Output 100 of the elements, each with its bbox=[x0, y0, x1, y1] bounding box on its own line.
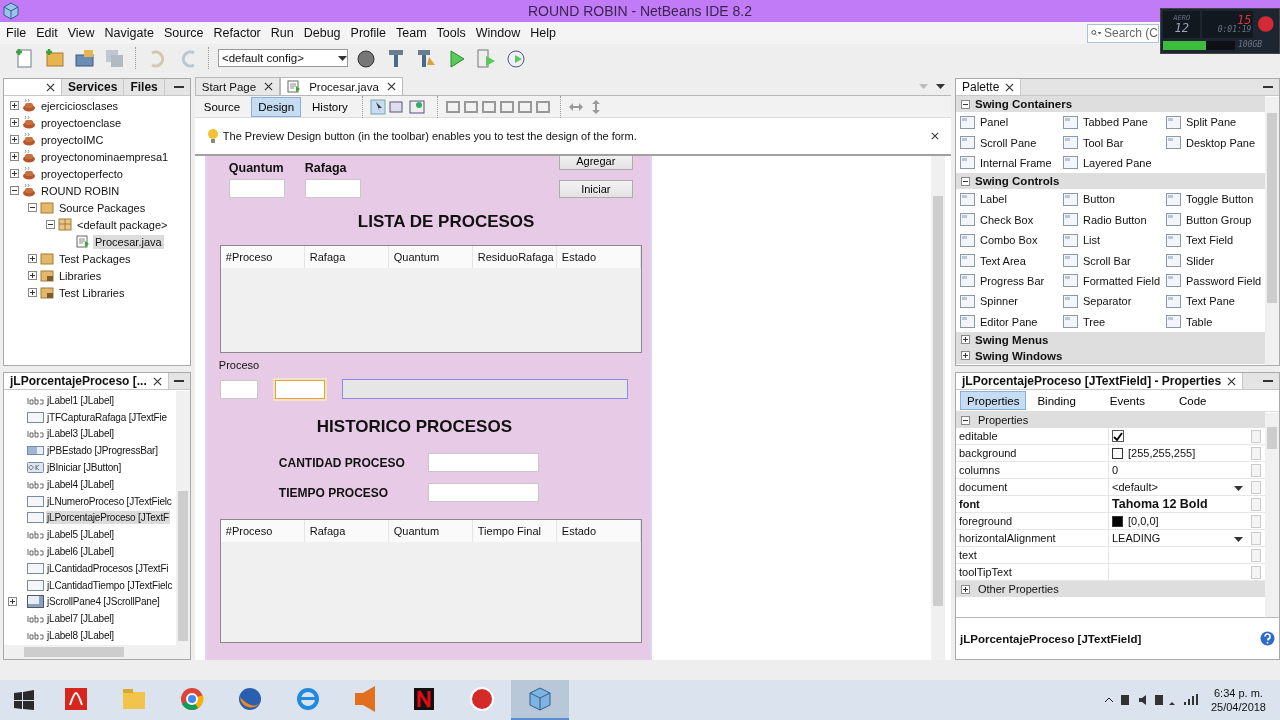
palette-item[interactable]: Internal Frame bbox=[960, 152, 1063, 174]
expand-icon[interactable] bbox=[961, 584, 970, 594]
column-header[interactable]: Quantum bbox=[388, 246, 473, 268]
component-item[interactable]: jLabel3 [JLabel] bbox=[46, 427, 115, 441]
project-tree-node[interactable]: proyectonominaempresa1 bbox=[39, 149, 171, 164]
minimize-icon[interactable] bbox=[1263, 379, 1273, 383]
form-button[interactable]: Agregar bbox=[558, 156, 633, 170]
minimize-icon[interactable] bbox=[173, 379, 184, 383]
palette-item[interactable]: Table bbox=[1166, 311, 1269, 332]
properties-tab[interactable]: Binding bbox=[1030, 391, 1083, 410]
component-item[interactable]: jScrollPane4 [JScrollPane] bbox=[46, 595, 161, 609]
expand-icon[interactable] bbox=[961, 351, 970, 361]
menu-item[interactable]: Window bbox=[470, 26, 526, 40]
property-value[interactable]: <default> bbox=[1112, 481, 1158, 493]
view-tab[interactable]: Source bbox=[196, 96, 248, 117]
expand-icon[interactable] bbox=[8, 597, 17, 607]
collapse-icon[interactable] bbox=[46, 220, 55, 229]
component-item[interactable]: jLNumeroProceso [JTextFielc bbox=[46, 494, 173, 508]
palette-item[interactable]: Button Group bbox=[1166, 209, 1269, 230]
component-item[interactable]: jLabel7 [JLabel] bbox=[46, 612, 115, 626]
editor-tab[interactable]: Start Page bbox=[194, 77, 281, 95]
project-tree-node[interactable]: ejerciciosclases bbox=[39, 98, 121, 113]
view-tab[interactable]: Design bbox=[251, 96, 302, 117]
column-header[interactable]: ResiduoRafaga bbox=[472, 246, 557, 268]
palette-item[interactable]: Button bbox=[1063, 189, 1166, 210]
editor-tab[interactable]: Procesar.java bbox=[280, 77, 403, 95]
palette-item[interactable]: Split Pane bbox=[1166, 112, 1269, 133]
menu-item[interactable]: File bbox=[1, 26, 32, 40]
component-item[interactable]: jLCantidadTiempo [JTextFielc bbox=[46, 578, 174, 592]
expand-icon[interactable] bbox=[10, 152, 19, 161]
config-select[interactable]: <default config> bbox=[218, 49, 348, 67]
component-item[interactable]: jLCantidadProcesos [JTextFi bbox=[46, 561, 170, 575]
menu-item[interactable]: Debug bbox=[298, 26, 346, 40]
project-tree-node[interactable]: Test Packages bbox=[57, 251, 133, 266]
palette-item[interactable]: Check Box bbox=[960, 209, 1063, 230]
collapse-icon[interactable] bbox=[10, 186, 19, 195]
palette-item[interactable]: Editor Pane bbox=[960, 311, 1063, 332]
component-item[interactable]: jLabel4 [JLabel] bbox=[46, 477, 115, 491]
close-icon[interactable] bbox=[931, 132, 939, 140]
palette-item[interactable]: Separator bbox=[1063, 291, 1166, 312]
align-icons[interactable] bbox=[444, 98, 553, 115]
scrollbar[interactable] bbox=[175, 391, 190, 645]
expand-icon[interactable] bbox=[10, 101, 19, 110]
close-icon[interactable] bbox=[386, 82, 396, 91]
palette-item[interactable]: Spinner bbox=[960, 291, 1063, 312]
properties-tab[interactable]: Events bbox=[1102, 391, 1152, 410]
project-tree-node[interactable]: ROUND ROBIN bbox=[39, 183, 122, 198]
close-icon[interactable] bbox=[1227, 376, 1237, 386]
palette-item[interactable]: Scroll Bar bbox=[1063, 250, 1166, 271]
menu-item[interactable]: Team bbox=[391, 26, 432, 40]
palette-item[interactable]: Tree bbox=[1063, 311, 1166, 332]
palette-item[interactable]: Text Pane bbox=[1166, 291, 1269, 312]
column-header[interactable]: Tiempo Final bbox=[472, 520, 557, 542]
expand-icon[interactable] bbox=[28, 271, 37, 280]
column-header[interactable]: #Proceso bbox=[220, 520, 305, 542]
project-tree-node[interactable]: Source Packages bbox=[57, 200, 148, 215]
menu-item[interactable]: Navigate bbox=[99, 26, 159, 40]
minimize-icon[interactable] bbox=[1263, 85, 1273, 89]
project-tree-node[interactable]: proyectoperfecto bbox=[39, 166, 125, 181]
text-field[interactable] bbox=[228, 179, 285, 198]
scrollbar[interactable] bbox=[1265, 97, 1279, 365]
text-field[interactable] bbox=[304, 179, 361, 198]
properties-tab[interactable]: Properties bbox=[960, 391, 1027, 410]
collapse-icon[interactable] bbox=[961, 99, 970, 109]
palette-item[interactable]: Desktop Pane bbox=[1166, 132, 1269, 153]
project-tree-node[interactable]: proyectoIMC bbox=[39, 132, 106, 147]
component-item[interactable]: jLabel5 [JLabel] bbox=[46, 528, 115, 542]
menu-item[interactable]: Source bbox=[158, 26, 209, 40]
close-icon[interactable] bbox=[264, 82, 274, 91]
form-button[interactable]: Iniciar bbox=[558, 180, 633, 198]
property-value[interactable]: LEADING bbox=[1112, 532, 1161, 544]
scrollbar[interactable] bbox=[931, 156, 945, 660]
palette-item[interactable]: Panel bbox=[960, 112, 1063, 133]
search-field[interactable]: Search (C bbox=[1087, 23, 1159, 43]
close-icon[interactable] bbox=[46, 82, 55, 92]
close-icon[interactable] bbox=[1005, 82, 1015, 92]
palette-item[interactable]: Scroll Pane bbox=[960, 132, 1063, 153]
menu-item[interactable]: View bbox=[62, 26, 100, 40]
palette-item[interactable]: Text Field bbox=[1166, 229, 1269, 251]
menu-item[interactable]: Profile bbox=[345, 26, 391, 40]
menu-item[interactable]: Refactor bbox=[208, 26, 266, 40]
minimize-icon[interactable] bbox=[173, 85, 184, 89]
expand-icon[interactable] bbox=[961, 335, 970, 345]
collapse-icon[interactable] bbox=[28, 203, 37, 212]
view-tab[interactable]: History bbox=[305, 96, 355, 117]
expand-icon[interactable] bbox=[28, 288, 37, 297]
expand-icon[interactable] bbox=[10, 118, 19, 127]
palette-item[interactable]: Label bbox=[960, 189, 1063, 210]
palette-item[interactable]: Slider bbox=[1166, 250, 1269, 271]
collapse-icon[interactable] bbox=[961, 415, 970, 425]
expand-icon[interactable] bbox=[10, 135, 19, 144]
project-tree-node[interactable]: Test Libraries bbox=[57, 285, 127, 300]
column-header[interactable]: #Proceso bbox=[220, 246, 305, 268]
help-icon[interactable] bbox=[1260, 631, 1275, 646]
palette-item[interactable]: Text Area bbox=[960, 250, 1063, 271]
project-tree-node[interactable]: Procesar.java bbox=[93, 234, 164, 249]
properties-tab[interactable]: Code bbox=[1171, 391, 1214, 410]
column-header[interactable]: Quantum bbox=[388, 520, 473, 542]
palette-item[interactable]: Formatted Field bbox=[1063, 270, 1166, 292]
palette-item[interactable]: Radio Button bbox=[1063, 209, 1166, 230]
